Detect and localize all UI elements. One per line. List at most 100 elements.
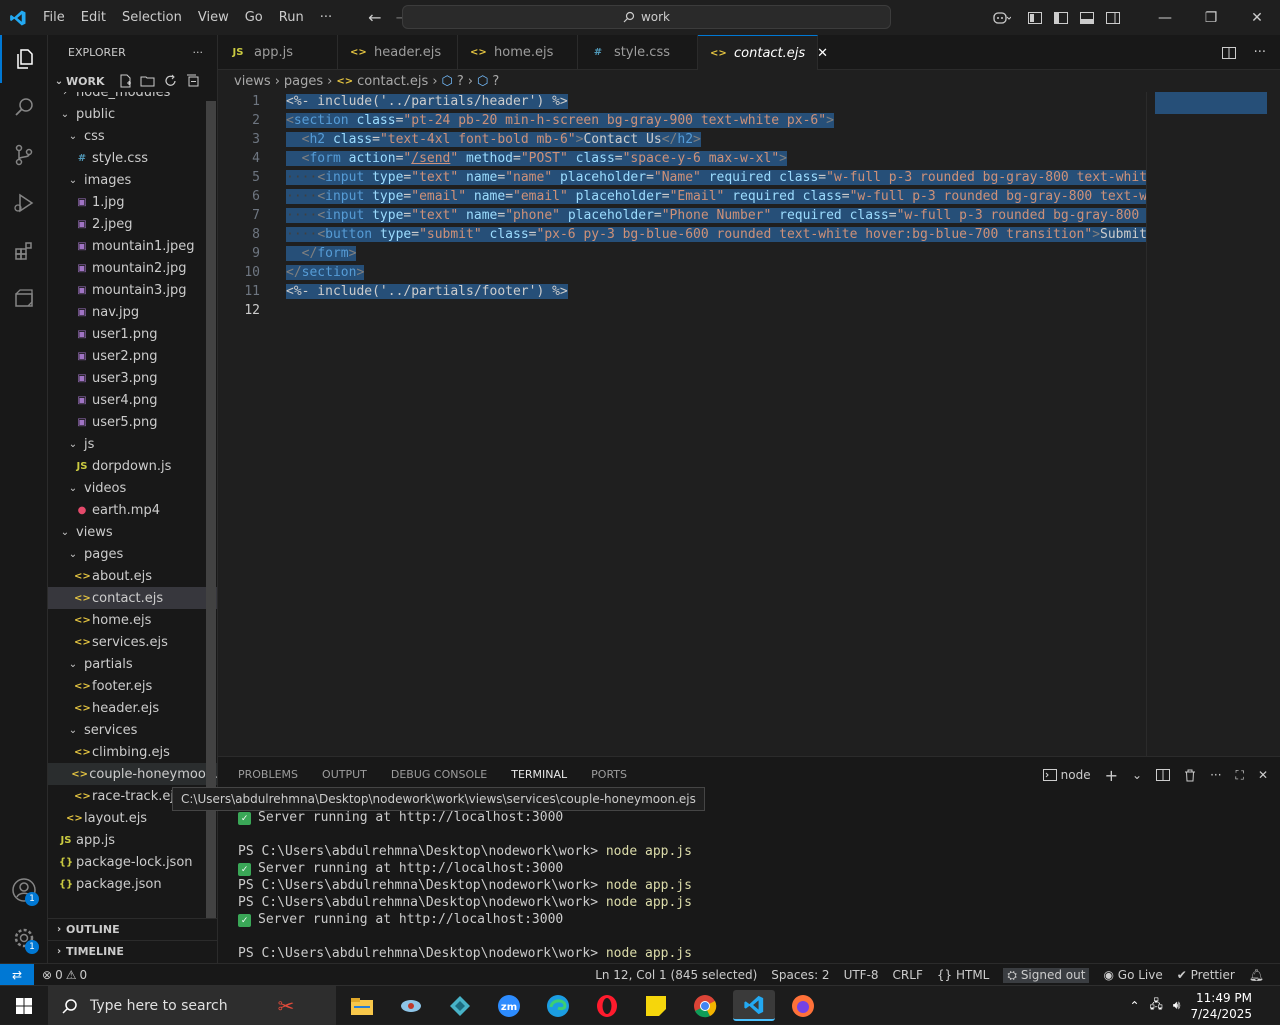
file-item[interactable]: <> footer.ejs	[48, 675, 217, 697]
problems-status[interactable]: ⊗ 0 ⚠ 0	[42, 968, 87, 982]
chrome-browser-icon[interactable]	[684, 990, 726, 1021]
split-terminal-icon[interactable]	[1156, 769, 1171, 781]
close-panel-icon[interactable]: ✕	[1258, 768, 1268, 782]
notifications-bell-icon[interactable]: 🔔︎	[1249, 968, 1264, 982]
collapse-all-icon[interactable]	[186, 74, 200, 88]
file-item[interactable]: ▣ mountain2.jpg	[48, 257, 217, 279]
editor-more-icon[interactable]: ···	[1254, 45, 1266, 60]
code-editor[interactable]: 1 2 3 4 5 6 7 8 9 10 11 12 <%- include('../partials…	[218, 92, 1280, 756]
new-terminal-icon[interactable]: +	[1105, 766, 1118, 785]
cursor-position[interactable]: Ln 12, Col 1 (845 selected)	[595, 968, 757, 982]
new-folder-icon[interactable]	[140, 74, 156, 88]
maximize-panel-icon[interactable]: ⛶	[1236, 768, 1244, 783]
breadcrumb-symbol-1[interactable]: ?	[457, 74, 464, 89]
close-tab-icon[interactable]: ✕	[817, 46, 828, 61]
file-explorer-icon[interactable]	[341, 990, 383, 1021]
run-debug-icon[interactable]	[0, 179, 48, 227]
explorer-icon[interactable]	[0, 35, 48, 83]
folder-item[interactable]: ⌄ js	[48, 433, 217, 455]
file-item[interactable]: ▣ nav.jpg	[48, 301, 217, 323]
close-window-icon[interactable]: ✕	[1234, 0, 1280, 35]
file-item[interactable]: ▣ mountain1.jpeg	[48, 235, 217, 257]
back-arrow-icon[interactable]: ←	[368, 8, 381, 27]
toggle-panel-icon[interactable]	[1074, 0, 1100, 35]
file-item[interactable]: ▣ mountain3.jpg	[48, 279, 217, 301]
firefox-browser-icon[interactable]	[782, 990, 824, 1021]
account-status[interactable]: ⛭ Signed out	[1003, 967, 1090, 983]
windows-start-icon[interactable]	[0, 986, 48, 1025]
file-item[interactable]: ▣ user2.png	[48, 345, 217, 367]
file-item[interactable]: <> climbing.ejs	[48, 741, 217, 763]
prettier-button[interactable]: ✔ Prettier	[1177, 968, 1235, 982]
file-item[interactable]: JS dorpdown.js	[48, 455, 217, 477]
menu-edit[interactable]: Edit	[73, 0, 114, 35]
breadcrumb-views[interactable]: views	[234, 74, 271, 89]
terminal-instance[interactable]: node	[1042, 768, 1091, 782]
accounts-icon[interactable]: 1	[0, 866, 48, 914]
file-item[interactable]: {} package.json	[48, 873, 217, 895]
restore-icon[interactable]: ❐	[1188, 0, 1234, 35]
vscode-taskbar-icon[interactable]	[733, 990, 775, 1021]
tab-style-css[interactable]: # style.css	[578, 35, 698, 70]
tab-app-js[interactable]: JS app.js	[218, 35, 338, 70]
file-item[interactable]: <> services.ejs	[48, 631, 217, 653]
folder-item[interactable]: ⌄ services	[48, 719, 217, 741]
new-file-icon[interactable]	[118, 74, 132, 88]
search-view-icon[interactable]	[0, 83, 48, 131]
timeline-section[interactable]: › TIMELINE	[48, 940, 217, 962]
zoom-icon[interactable]: zm	[488, 990, 530, 1021]
volume-icon[interactable]: 🔊︎	[1173, 998, 1181, 1013]
file-item[interactable]: <> home.ejs	[48, 609, 217, 631]
app-icon[interactable]	[439, 990, 481, 1021]
extensions-icon[interactable]	[0, 227, 48, 275]
manage-gear-icon[interactable]: 1	[0, 914, 48, 962]
file-item[interactable]: # style.css	[48, 147, 217, 169]
file-item[interactable]: ▣ user5.png	[48, 411, 217, 433]
code-content[interactable]: <%- include('../partials/header') %> <se…	[286, 92, 1146, 320]
toggle-sidebar-icon[interactable]	[1048, 0, 1074, 35]
file-item[interactable]: ▣ user4.png	[48, 389, 217, 411]
file-item[interactable]: ▣ user1.png	[48, 323, 217, 345]
folder-item[interactable]: ⌄ images	[48, 169, 217, 191]
folder-item[interactable]: ⌄ public	[48, 103, 217, 125]
tab-contact-ejs[interactable]: <> contact.ejs ✕	[698, 35, 828, 70]
menu-file[interactable]: File	[35, 0, 73, 35]
encoding[interactable]: UTF-8	[844, 968, 879, 982]
panel-more-icon[interactable]: ···	[1210, 768, 1221, 782]
taskbar-search[interactable]: Type here to search ✂︎	[48, 986, 336, 1025]
refresh-icon[interactable]	[164, 74, 178, 88]
explorer-more-icon[interactable]: ···	[193, 46, 204, 59]
breadcrumb-pages[interactable]: pages	[284, 74, 323, 89]
chevron-up-icon[interactable]: ⌃	[1129, 999, 1139, 1013]
source-control-icon[interactable]	[0, 131, 48, 179]
folder-item[interactable]: › node_modules	[48, 92, 217, 103]
app-icon[interactable]	[390, 990, 432, 1021]
folder-item[interactable]: ⌄ pages	[48, 543, 217, 565]
split-editor-icon[interactable]	[1221, 46, 1236, 59]
terminal-output[interactable]: ✓ Server running at http://localhost:3000…	[238, 809, 692, 962]
folder-item[interactable]: ⌄ views	[48, 521, 217, 543]
menu-go[interactable]: Go	[237, 0, 271, 35]
folder-item[interactable]: ⌄ css	[48, 125, 217, 147]
edge-browser-icon[interactable]	[537, 990, 579, 1021]
minimize-icon[interactable]: —	[1142, 0, 1188, 35]
opera-browser-icon[interactable]	[586, 990, 628, 1021]
command-center-search[interactable]: work	[402, 5, 891, 29]
indentation[interactable]: Spaces: 2	[771, 968, 829, 982]
file-item[interactable]: ▣ 2.jpeg	[48, 213, 217, 235]
menu-selection[interactable]: Selection	[114, 0, 190, 35]
file-item[interactable]: <> couple-honeymoo...	[48, 763, 217, 785]
line-ending[interactable]: CRLF	[893, 968, 923, 982]
tab-home-ejs[interactable]: <> home.ejs	[458, 35, 578, 70]
folder-item[interactable]: ⌄ partials	[48, 653, 217, 675]
menu-run[interactable]: Run	[271, 0, 312, 35]
toggle-secondary-sidebar-icon[interactable]	[1100, 0, 1126, 35]
trash-icon[interactable]	[1184, 769, 1196, 782]
outline-section[interactable]: › OUTLINE	[48, 918, 217, 940]
menu-more[interactable]: ···	[312, 0, 340, 35]
file-item[interactable]: {} package-lock.json	[48, 851, 217, 873]
language-mode[interactable]: {} HTML	[937, 968, 990, 982]
file-item[interactable]: ● earth.mp4	[48, 499, 217, 521]
sticky-notes-icon[interactable]	[635, 990, 677, 1021]
file-item[interactable]: <> header.ejs	[48, 697, 217, 719]
